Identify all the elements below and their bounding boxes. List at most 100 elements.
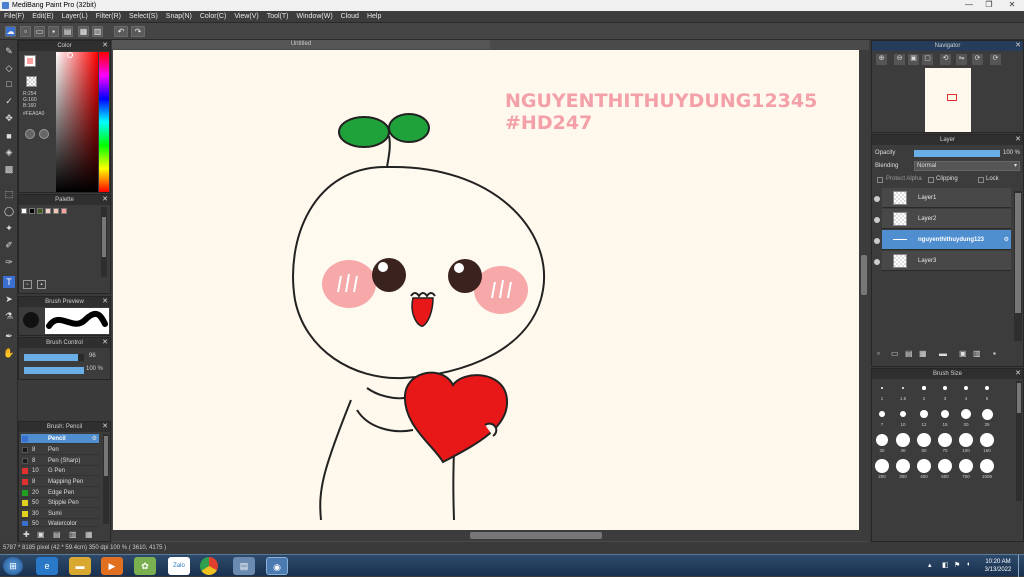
color-history-icon[interactable] bbox=[39, 129, 49, 139]
color-picker-handle[interactable] bbox=[67, 52, 73, 58]
eye-icon[interactable] bbox=[874, 238, 880, 244]
pipette-tool-icon[interactable]: ✒ bbox=[3, 330, 15, 342]
brush-size-dot[interactable] bbox=[940, 409, 950, 419]
add-brush-icon[interactable]: ✚ bbox=[23, 530, 30, 539]
layer-opacity-slider[interactable] bbox=[914, 150, 1000, 157]
palette-swatch[interactable] bbox=[53, 208, 59, 214]
brush-size-dot[interactable] bbox=[875, 433, 889, 447]
copy-layer-icon[interactable]: ▭ bbox=[891, 349, 899, 358]
close-button[interactable]: ✕ bbox=[1003, 0, 1021, 10]
menu-color[interactable]: Color(C) bbox=[196, 11, 230, 23]
brush-folder-icon[interactable]: ▥ bbox=[69, 530, 77, 539]
brush-size-dot[interactable] bbox=[875, 459, 889, 473]
eyedropper-tool-icon[interactable]: ⚗ bbox=[3, 310, 15, 322]
clipping-checkbox[interactable] bbox=[928, 177, 934, 183]
cloud-icon[interactable]: ☁ bbox=[5, 26, 16, 37]
maximize-button[interactable]: ❐ bbox=[980, 0, 998, 10]
brush-size-dot[interactable] bbox=[917, 433, 931, 447]
brush-settings-icon[interactable]: ▣ bbox=[37, 530, 45, 539]
brush-size-dot[interactable] bbox=[963, 385, 969, 391]
brush-size-dot[interactable] bbox=[901, 386, 905, 390]
layer-row-selected[interactable]: nguyenthithuydung123 ⚙ bbox=[882, 230, 1011, 250]
primary-color-swatch[interactable] bbox=[24, 55, 36, 67]
move-tool-icon[interactable]: ✥ bbox=[3, 112, 15, 124]
canvas-horizontal-scrollbar[interactable] bbox=[112, 530, 869, 541]
lasso-tool-icon[interactable]: ◯ bbox=[3, 205, 15, 217]
palette-swatch[interactable] bbox=[61, 208, 67, 214]
actual-size-icon[interactable]: ▢ bbox=[922, 54, 933, 65]
rotate-right-icon[interactable]: ⟳ bbox=[972, 54, 983, 65]
zoom-in-icon[interactable]: ⊕ bbox=[876, 54, 887, 65]
blending-select[interactable]: Normal ▾ bbox=[914, 161, 1020, 171]
saturation-value-picker[interactable] bbox=[56, 52, 98, 192]
layer-list-scrollbar[interactable] bbox=[1014, 191, 1022, 341]
close-icon[interactable]: ✕ bbox=[102, 41, 108, 51]
eraser-tool-icon[interactable]: ◇ bbox=[3, 62, 15, 74]
brush-size-dot[interactable] bbox=[980, 433, 994, 447]
hue-slider[interactable] bbox=[99, 52, 109, 192]
brush-size-dot[interactable] bbox=[981, 408, 993, 420]
operation-tool-icon[interactable]: ➤ bbox=[3, 293, 15, 305]
redo-icon[interactable]: ↷ bbox=[131, 26, 145, 37]
menu-cloud[interactable]: Cloud bbox=[337, 11, 363, 23]
trash-icon[interactable]: ▪ bbox=[993, 349, 996, 358]
brush-size-dot[interactable] bbox=[879, 411, 885, 417]
brush-size-dot[interactable] bbox=[920, 410, 928, 418]
rotate-left-icon[interactable]: ⟲ bbox=[940, 54, 951, 65]
brush-tool-icon[interactable]: ✎ bbox=[3, 45, 15, 57]
start-button-icon[interactable]: ⊞ bbox=[3, 557, 23, 575]
duplicate-icon[interactable]: ▥ bbox=[973, 349, 981, 358]
brush-size-dot[interactable] bbox=[899, 410, 907, 418]
folder-icon[interactable]: ▬ bbox=[939, 349, 947, 358]
brush-size-dot[interactable] bbox=[880, 386, 884, 390]
menu-tool[interactable]: Tool(T) bbox=[263, 11, 293, 23]
brush-item[interactable]: 10 G Pen bbox=[21, 466, 99, 476]
close-icon[interactable]: ✕ bbox=[102, 338, 108, 348]
gear-icon[interactable]: ⚙ bbox=[1004, 230, 1009, 250]
menu-layer[interactable]: Layer(L) bbox=[58, 11, 92, 23]
brush-item[interactable]: 8 Pen bbox=[21, 445, 99, 455]
brush-item[interactable]: 50 Watercolor bbox=[21, 519, 99, 527]
brush-item[interactable]: Pencil ⚙ bbox=[21, 434, 99, 444]
menu-view[interactable]: View(V) bbox=[230, 11, 262, 23]
brush-opacity-slider[interactable] bbox=[24, 367, 84, 374]
minimize-button[interactable]: — bbox=[960, 0, 978, 10]
gradient-tool-icon[interactable]: ▩ bbox=[3, 163, 15, 175]
media-player-icon[interactable]: ▶ bbox=[101, 557, 123, 575]
medibang-icon[interactable]: ◉ bbox=[266, 557, 288, 575]
brush-trash-icon[interactable]: ▦ bbox=[85, 530, 93, 539]
trash-icon[interactable]: ▪ bbox=[37, 280, 46, 289]
menu-select[interactable]: Select(S) bbox=[125, 11, 162, 23]
menu-window[interactable]: Window(W) bbox=[292, 11, 336, 23]
color-mode-icon[interactable] bbox=[25, 129, 35, 139]
transparent-color-swatch[interactable] bbox=[26, 76, 37, 87]
merge-icon[interactable]: ▣ bbox=[959, 349, 967, 358]
dot-tool-icon[interactable]: ✓ bbox=[3, 95, 15, 107]
close-icon[interactable]: ✕ bbox=[102, 297, 108, 307]
file-explorer-icon[interactable]: ▬ bbox=[69, 557, 91, 575]
layer-settings-icon[interactable]: ▦ bbox=[919, 349, 927, 358]
bucket-tool-icon[interactable]: ◈ bbox=[3, 146, 15, 158]
volume-icon[interactable]: ◖ bbox=[966, 561, 970, 568]
drawing-canvas[interactable]: NGUYENTHITHUYDUNG12345 #HD247 bbox=[113, 50, 859, 530]
chrome-icon[interactable] bbox=[200, 557, 218, 575]
brush-size-slider[interactable] bbox=[24, 354, 84, 361]
brush-size-dot[interactable] bbox=[896, 433, 910, 447]
brush-size-dot[interactable] bbox=[943, 386, 947, 390]
grid-icon[interactable]: ▦ bbox=[78, 26, 89, 37]
brush-item[interactable]: 20 Edge Pen bbox=[21, 488, 99, 498]
eye-icon[interactable] bbox=[874, 217, 880, 223]
flag-icon[interactable]: ⚑ bbox=[954, 561, 960, 569]
shape-tool-icon[interactable]: □ bbox=[3, 78, 15, 90]
menu-snap[interactable]: Snap(N) bbox=[162, 11, 196, 23]
close-icon[interactable]: ✕ bbox=[102, 195, 108, 205]
select-pen-tool-icon[interactable]: ✐ bbox=[3, 239, 15, 251]
show-desktop-button[interactable] bbox=[1018, 555, 1024, 577]
reset-rotate-icon[interactable]: ⟳ bbox=[990, 54, 1001, 65]
tray-arrow-icon[interactable]: ▴ bbox=[928, 561, 932, 569]
brush-size-dot[interactable] bbox=[922, 386, 926, 390]
close-icon[interactable]: ✕ bbox=[1015, 135, 1021, 145]
close-icon[interactable]: ✕ bbox=[102, 422, 108, 432]
flip-icon[interactable]: ⇋ bbox=[956, 54, 967, 65]
layer-row[interactable]: Layer1 bbox=[882, 188, 1011, 208]
